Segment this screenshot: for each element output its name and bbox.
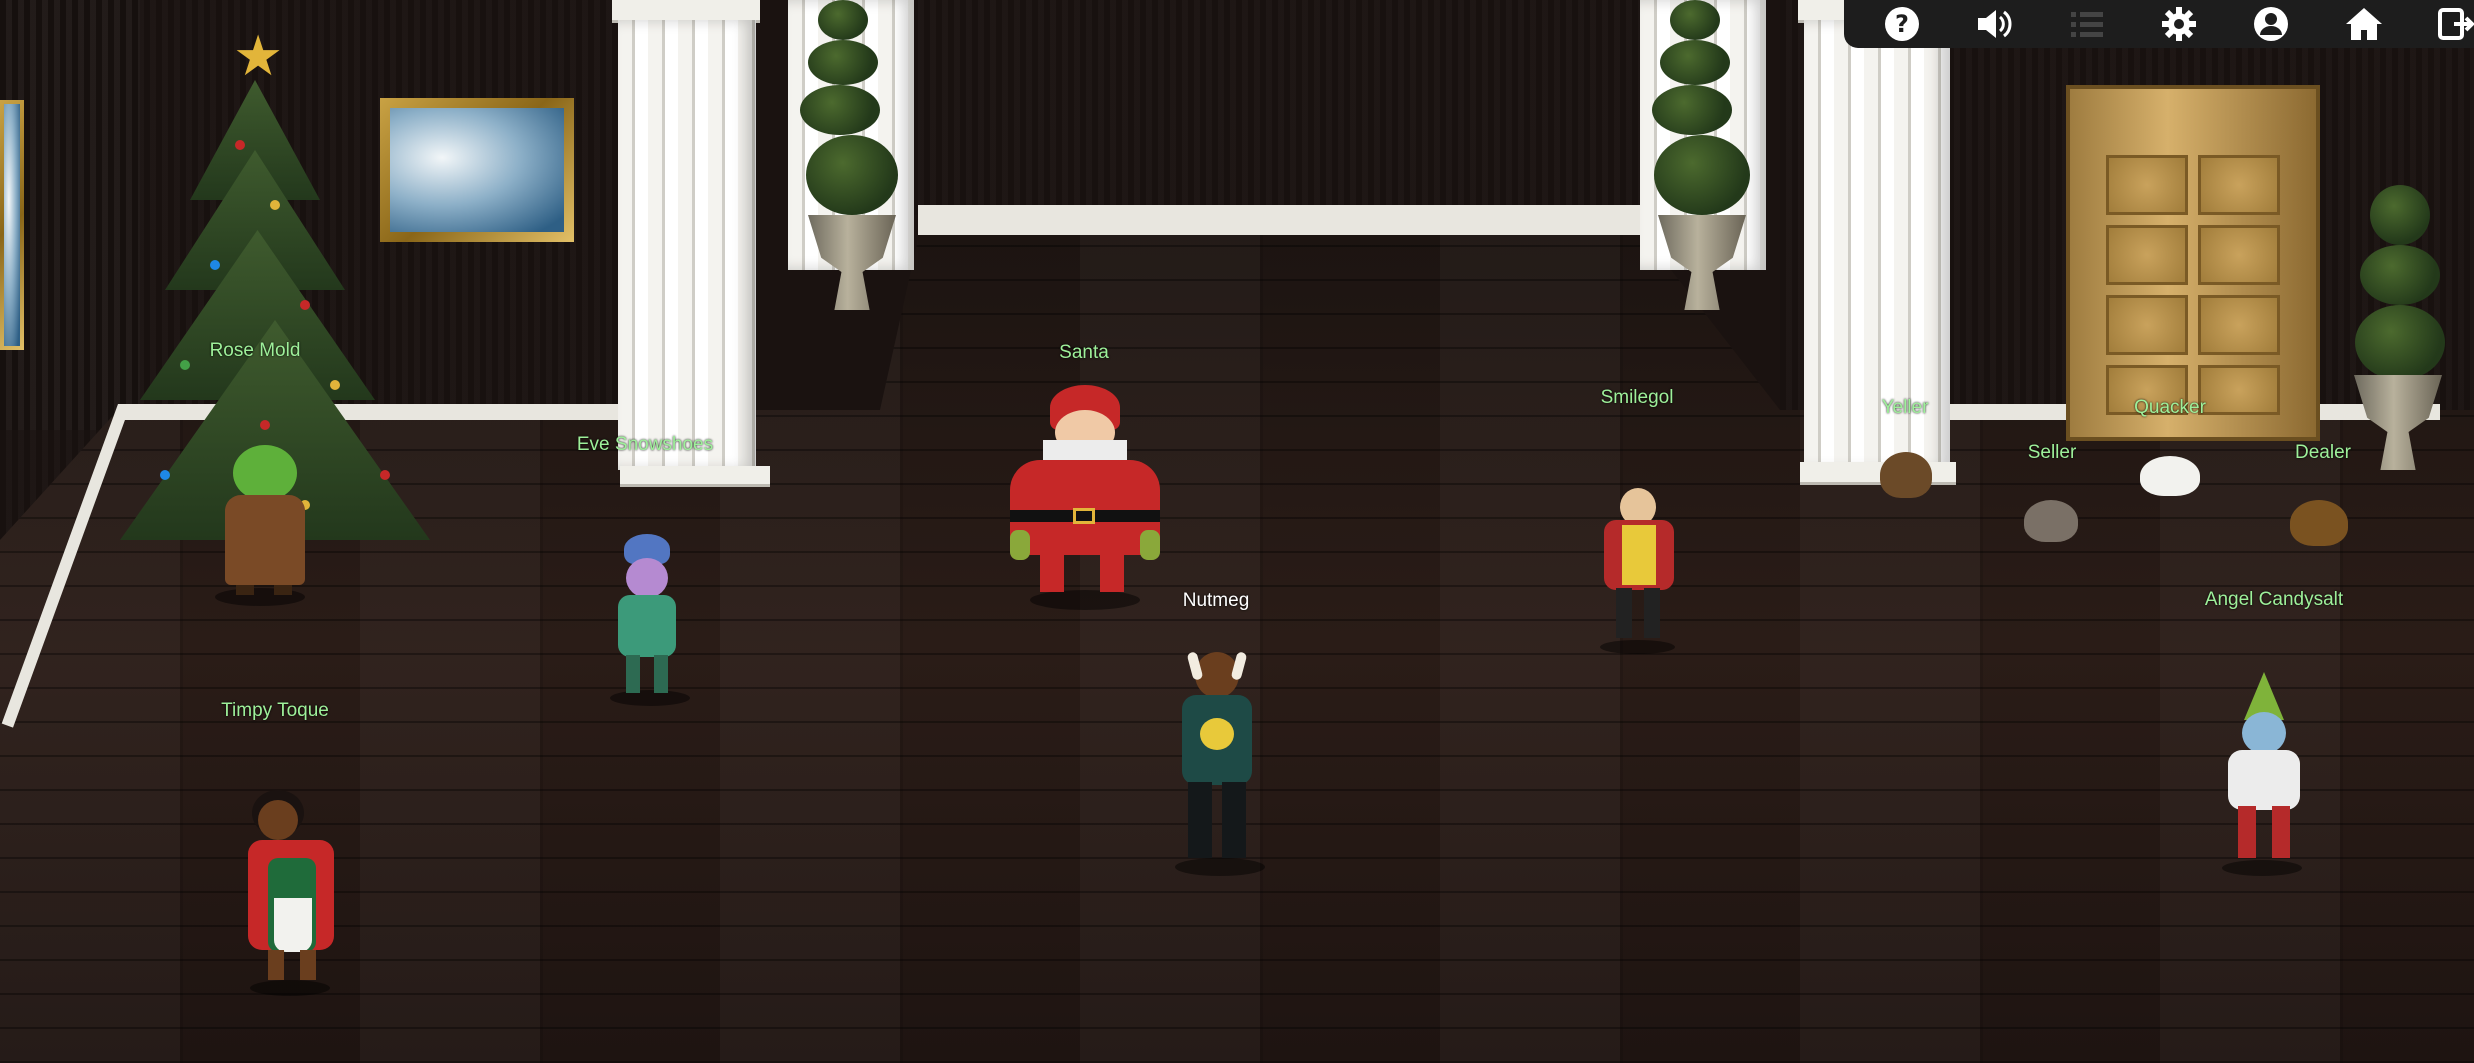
label-nutmeg: Nutmeg: [1182, 590, 1250, 611]
label-quacker: Quacker: [2134, 397, 2206, 418]
help-icon: ?: [1884, 7, 1919, 41]
baseboard-back: [918, 205, 1640, 235]
top-toolbar: ?: [1844, 0, 2474, 48]
exit-icon: [2438, 8, 2474, 40]
label-angel-candysalt: Angel Candysalt: [2204, 589, 2344, 610]
volume-icon: [1978, 10, 2012, 38]
profile-icon: [2254, 7, 2289, 41]
volume-button[interactable]: [1966, 0, 2021, 48]
label-smilegol: Smilegol: [1600, 387, 1674, 408]
list-icon: [2070, 12, 2103, 37]
label-timpy-toque: Timpy Toque: [221, 700, 329, 721]
label-yeller: Yeller: [1881, 397, 1929, 418]
side-wall-painting: [0, 100, 24, 350]
svg-text:?: ?: [1895, 10, 1909, 38]
label-dealer: Dealer: [2295, 442, 2351, 463]
label-santa: Santa: [1059, 342, 1109, 363]
exit-button[interactable]: [2429, 0, 2474, 48]
wall-painting: [380, 98, 574, 242]
home-button[interactable]: [2336, 0, 2391, 48]
label-seller: Seller: [2027, 442, 2077, 463]
baseboard-left: [118, 404, 628, 420]
settings-gear-icon: [2161, 7, 2196, 41]
home-icon: [2345, 8, 2382, 40]
profile-button[interactable]: [2244, 0, 2299, 48]
golden-double-door[interactable]: [2066, 85, 2320, 441]
game-scene[interactable]: ★ Rose Mold Eve Snowshoes Santa Smilegol…: [0, 0, 2474, 1063]
list-button[interactable]: [2059, 0, 2114, 48]
settings-button[interactable]: [2151, 0, 2206, 48]
label-rose-mold: Rose Mold: [209, 340, 301, 361]
tree-star-icon: ★: [233, 24, 284, 87]
label-eve-snowshoes: Eve Snowshoes: [576, 434, 714, 455]
column-1-base: [620, 466, 770, 487]
center-back-wall: [900, 0, 1640, 215]
help-button[interactable]: ?: [1874, 0, 1929, 48]
column-4-base: [1800, 462, 1956, 485]
column-1: [618, 20, 756, 470]
